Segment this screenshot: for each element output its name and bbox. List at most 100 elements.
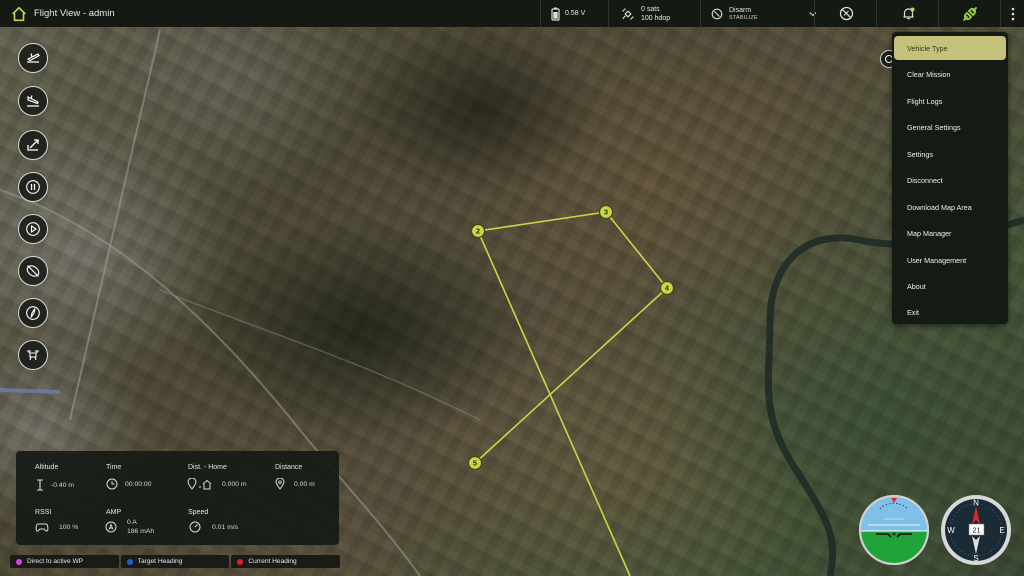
route-leg	[605, 211, 668, 289]
page-title: Flight View - admin	[34, 8, 115, 19]
amp-current: 0 A	[127, 519, 137, 526]
legend-dot	[126, 558, 133, 565]
amp-label: AMP	[106, 509, 122, 516]
more-vertical-icon	[1011, 7, 1015, 20]
mission-route: 2345	[467, 204, 675, 576]
land-icon	[27, 95, 39, 107]
compass-heading: 21	[972, 526, 980, 535]
options-menu: Vehicle Type Clear Mission Flight Logs G…	[892, 32, 1008, 324]
menu-item-clear-mission[interactable]: Clear Mission	[894, 62, 1006, 86]
pause-button[interactable]	[18, 172, 48, 202]
heading-legend: Direct to active WP Target Heading Curre…	[10, 555, 341, 568]
menu-item-disconnect[interactable]: Disconnect	[894, 168, 1006, 192]
legend-target-heading: Target Heading	[120, 555, 230, 568]
connection-button[interactable]	[938, 0, 1001, 27]
speed-value: 0.01 m/s	[212, 524, 239, 531]
battery-icon	[551, 7, 560, 21]
distance-label: Distance	[275, 464, 303, 471]
arm-mode-selector[interactable]: Disarm STABILIZE	[700, 0, 823, 27]
home-icon[interactable]	[10, 5, 28, 23]
menu-item-exit[interactable]: Exit	[894, 300, 1006, 324]
location-pin-icon	[275, 478, 285, 490]
distance-value: 0.00 m	[294, 481, 315, 488]
notifications-button[interactable]	[876, 0, 939, 27]
play-button[interactable]	[18, 214, 48, 244]
gps-sats: 0 sats	[641, 5, 660, 13]
clock-icon	[106, 478, 118, 490]
menu-item-settings[interactable]: Settings	[894, 142, 1006, 166]
menu-item-user-management[interactable]: User Management	[894, 248, 1006, 272]
menu-item-download-map-area[interactable]: Download Map Area	[894, 195, 1006, 219]
road	[0, 388, 61, 394]
satellite-icon	[622, 7, 634, 20]
legend-dot	[237, 558, 244, 565]
time-value: 00:00:00	[125, 481, 152, 488]
altitude-value: -0.40 m	[51, 482, 75, 489]
compass-n: N	[973, 499, 979, 508]
compass-w: W	[947, 526, 955, 535]
route-leg-home	[477, 230, 631, 576]
legend-label: Direct to active WP	[27, 558, 84, 565]
rtl-icon	[27, 139, 39, 151]
amp-capacity: 186 mAh	[127, 528, 155, 535]
legend-current-heading: Current Heading	[231, 555, 341, 568]
plug-icon	[963, 6, 977, 21]
gps-status[interactable]: 0 sats 100 hdop	[608, 0, 713, 27]
route-leg	[477, 211, 607, 232]
takeoff-icon	[26, 53, 40, 63]
altitude-label: Altitude	[35, 464, 59, 471]
menu-item-vehicle-type[interactable]: Vehicle Type	[894, 36, 1006, 60]
return-to-launch-button[interactable]	[18, 130, 48, 160]
land-button[interactable]	[18, 86, 48, 116]
drone-button[interactable]	[18, 340, 48, 370]
compass-icon	[26, 306, 40, 320]
waypoint-label: 5	[473, 459, 477, 468]
rssi-label: RSSI	[35, 509, 52, 516]
menu-item-about[interactable]: About	[894, 274, 1006, 298]
compass-e: E	[999, 526, 1004, 535]
geofence-button[interactable]	[18, 256, 48, 286]
legend-dot	[16, 558, 22, 565]
telemetry-panel: Altitude -0.40 m Time 00:00:00 Dist. - H…	[16, 451, 339, 545]
time-label: Time	[106, 464, 122, 471]
more-options-button[interactable]	[1000, 0, 1024, 27]
rssi-value: 100 %	[59, 524, 79, 531]
speedometer-icon	[189, 521, 201, 533]
speed-label: Speed	[188, 509, 209, 516]
mode-icon	[711, 8, 723, 19]
pause-icon	[26, 180, 40, 194]
location-home-icon	[187, 478, 212, 490]
arm-state: Disarm	[729, 7, 752, 14]
road	[69, 29, 161, 421]
road	[159, 289, 481, 421]
play-icon	[26, 222, 40, 236]
route-leg	[474, 287, 668, 464]
waypoint-label: 2	[476, 227, 480, 236]
geofence-icon	[26, 265, 40, 277]
legend-label: Current Heading	[248, 558, 297, 565]
drone-icon	[27, 350, 39, 361]
compass-s: S	[973, 554, 978, 563]
menu-item-map-manager[interactable]: Map Manager	[894, 221, 1006, 245]
menu-item-flight-logs[interactable]: Flight Logs	[894, 89, 1006, 113]
dist-home-label: Dist. - Home	[188, 464, 227, 471]
legend-direct-wp: Direct to active WP	[10, 555, 119, 568]
gamepad-icon	[35, 523, 49, 532]
bell-icon	[903, 7, 914, 20]
menu-item-general-settings[interactable]: General Settings	[894, 115, 1006, 139]
no-fly-button[interactable]	[814, 0, 877, 27]
takeoff-button[interactable]	[18, 43, 48, 73]
dist-home-value: 0.000 m	[222, 481, 247, 488]
gps-hdop: 100 hdop	[641, 14, 671, 22]
compass-indicator: N E S W 21	[941, 495, 1011, 565]
top-bar: Flight View - admin 0.58 V 0 sats 100 hd…	[0, 0, 1024, 27]
waypoint-label: 3	[604, 208, 608, 217]
flight-mode: STABILIZE	[729, 15, 758, 21]
no-fly-icon	[839, 6, 853, 21]
ampere-icon	[105, 521, 117, 533]
attitude-indicator	[859, 495, 929, 565]
battery-voltage: 0.58 V	[565, 10, 586, 17]
legend-label: Target Heading	[137, 558, 183, 565]
compass-calibrate-button[interactable]	[18, 298, 48, 328]
altitude-icon	[37, 479, 43, 491]
